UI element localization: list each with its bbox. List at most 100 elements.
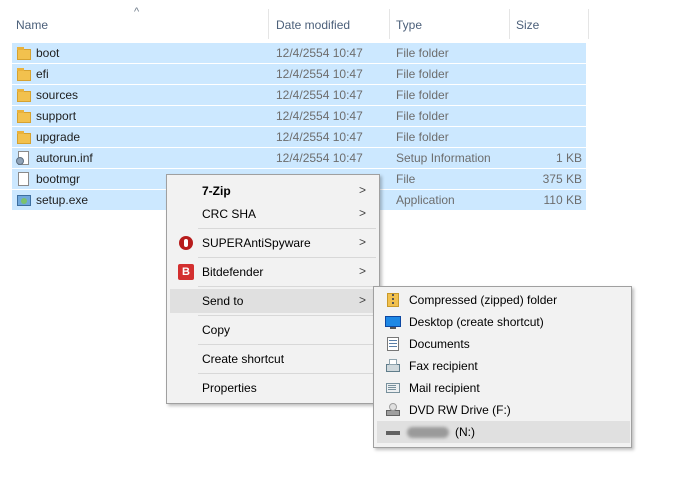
menu-item-create-shortcut[interactable]: Create shortcut bbox=[170, 347, 376, 371]
file-type: Setup Information bbox=[396, 151, 491, 165]
file-type: File bbox=[396, 172, 416, 186]
column-header-size-label: Size bbox=[516, 18, 540, 32]
send-to-desktop[interactable]: Desktop (create shortcut) bbox=[377, 311, 630, 333]
menu-item-label: Create shortcut bbox=[202, 352, 285, 366]
menu-item-properties[interactable]: Properties bbox=[170, 376, 376, 400]
menu-item-label: Send to bbox=[202, 294, 244, 308]
file-type: File folder bbox=[396, 67, 449, 81]
column-header-name-label: Name bbox=[16, 18, 49, 32]
chevron-right-icon: > bbox=[358, 293, 366, 307]
file-date: 12/4/2554 10:47 bbox=[276, 88, 363, 102]
send-to-dvd-drive[interactable]: DVD RW Drive (F:) bbox=[377, 399, 630, 421]
menu-item-send-to[interactable]: Send to > bbox=[170, 289, 376, 313]
column-header-date-modified[interactable]: Date modified bbox=[269, 9, 390, 39]
file-row-upgrade[interactable]: upgrade 12/4/2554 10:47 File folder bbox=[12, 127, 586, 147]
column-header-size[interactable]: Size bbox=[510, 9, 589, 39]
folder-icon bbox=[16, 66, 32, 82]
column-header-type-label: Type bbox=[396, 18, 423, 32]
menu-item-copy[interactable]: Copy bbox=[170, 318, 376, 342]
superantispyware-icon bbox=[178, 235, 194, 251]
file-size: 110 KB bbox=[543, 193, 582, 207]
context-menu: 7-Zip > CRC SHA > SUPERAntiSpyware > B B… bbox=[166, 174, 380, 404]
file-type: File folder bbox=[396, 46, 449, 60]
menu-item-superantispyware[interactable]: SUPERAntiSpyware > bbox=[170, 231, 376, 255]
file-date: 12/4/2554 10:47 bbox=[276, 46, 363, 60]
file-name: support bbox=[36, 109, 77, 123]
file-row-efi[interactable]: efi 12/4/2554 10:47 File folder bbox=[12, 64, 586, 84]
menu-item-crc-sha[interactable]: CRC SHA > bbox=[170, 202, 376, 226]
file-type: Application bbox=[396, 193, 455, 207]
menu-item-label: Mail recipient bbox=[409, 381, 480, 395]
file-type: File folder bbox=[396, 109, 449, 123]
file-date: 12/4/2554 10:47 bbox=[276, 130, 363, 144]
file-date: 12/4/2554 10:47 bbox=[276, 67, 363, 81]
send-to-submenu: Compressed (zipped) folder Desktop (crea… bbox=[373, 286, 632, 448]
folder-icon bbox=[16, 129, 32, 145]
menu-item-label: Documents bbox=[409, 337, 470, 351]
menu-item-label: Copy bbox=[202, 323, 231, 337]
bitdefender-icon: B bbox=[178, 264, 194, 280]
file-size: 1 KB bbox=[555, 151, 582, 165]
menu-item-bitdefender[interactable]: B Bitdefender > bbox=[170, 260, 376, 284]
menu-separator bbox=[198, 257, 376, 258]
send-to-fax-recipient[interactable]: Fax recipient bbox=[377, 355, 630, 377]
chevron-right-icon: > bbox=[358, 183, 366, 197]
file-size: 375 KB bbox=[542, 172, 582, 186]
fax-icon bbox=[385, 358, 401, 374]
file-row-sources[interactable]: sources 12/4/2554 10:47 File folder bbox=[12, 85, 586, 105]
menu-item-label: CRC SHA bbox=[202, 207, 257, 221]
menu-separator bbox=[198, 315, 376, 316]
menu-item-label: Properties bbox=[202, 381, 257, 395]
chevron-right-icon: > bbox=[358, 206, 366, 220]
file-name: boot bbox=[36, 46, 60, 60]
send-to-compressed-folder[interactable]: Compressed (zipped) folder bbox=[377, 289, 630, 311]
send-to-mail-recipient[interactable]: Mail recipient bbox=[377, 377, 630, 399]
menu-item-label: Desktop (create shortcut) bbox=[409, 315, 544, 329]
menu-item-label: 7-Zip bbox=[202, 184, 231, 198]
column-header-date-label: Date modified bbox=[276, 18, 351, 32]
menu-item-7zip[interactable]: 7-Zip > bbox=[170, 179, 376, 203]
file-date: 12/4/2554 10:47 bbox=[276, 109, 363, 123]
folder-icon bbox=[16, 45, 32, 61]
file-name: autorun.inf bbox=[36, 151, 93, 165]
file-row-boot[interactable]: boot 12/4/2554 10:47 File folder bbox=[12, 43, 586, 63]
send-to-removable-drive[interactable]: (N:) bbox=[377, 421, 630, 443]
send-to-documents[interactable]: Documents bbox=[377, 333, 630, 355]
chevron-right-icon: > bbox=[358, 264, 366, 278]
column-header-type[interactable]: Type bbox=[390, 9, 510, 39]
file-date: 12/4/2554 10:47 bbox=[276, 151, 363, 165]
menu-item-label: (N:) bbox=[455, 425, 475, 439]
sort-ascending-icon: ^ bbox=[134, 6, 140, 18]
file-name: sources bbox=[36, 88, 79, 102]
menu-separator bbox=[198, 286, 376, 287]
menu-separator bbox=[198, 344, 376, 345]
menu-item-label: Fax recipient bbox=[409, 359, 478, 373]
mail-icon bbox=[385, 380, 401, 396]
application-icon bbox=[16, 192, 32, 208]
folder-icon bbox=[16, 108, 32, 124]
desktop-icon bbox=[385, 314, 401, 330]
menu-separator bbox=[198, 228, 376, 229]
file-name: setup.exe bbox=[36, 193, 89, 207]
file-name: upgrade bbox=[36, 130, 81, 144]
file-type: File folder bbox=[396, 130, 449, 144]
dvd-drive-icon bbox=[385, 402, 401, 418]
setup-information-icon bbox=[16, 150, 32, 166]
chevron-right-icon: > bbox=[358, 235, 366, 249]
menu-item-label: SUPERAntiSpyware bbox=[202, 236, 311, 250]
menu-item-label: DVD RW Drive (F:) bbox=[409, 403, 511, 417]
documents-icon bbox=[385, 336, 401, 352]
file-name: efi bbox=[36, 67, 49, 81]
file-row-autorun[interactable]: autorun.inf 12/4/2554 10:47 Setup Inform… bbox=[12, 148, 586, 168]
menu-item-label: Compressed (zipped) folder bbox=[409, 293, 558, 307]
file-name: bootmgr bbox=[36, 172, 81, 186]
zip-folder-icon bbox=[385, 292, 401, 308]
menu-item-label: Bitdefender bbox=[202, 265, 264, 279]
folder-icon bbox=[16, 87, 32, 103]
file-type: File folder bbox=[396, 88, 449, 102]
file-row-support[interactable]: support 12/4/2554 10:47 File folder bbox=[12, 106, 586, 126]
file-icon bbox=[16, 171, 32, 187]
removable-drive-icon bbox=[385, 424, 401, 440]
redacted-drive-name bbox=[407, 427, 449, 438]
menu-separator bbox=[198, 373, 376, 374]
